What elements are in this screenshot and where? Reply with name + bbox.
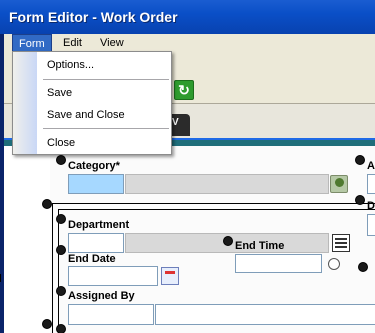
- menu-item-save[interactable]: Save: [47, 84, 72, 102]
- department-list-icon[interactable]: [332, 234, 350, 252]
- handle-frame-top-left[interactable]: [42, 199, 52, 209]
- handle-end-date[interactable]: [56, 245, 66, 255]
- handle-frame-bottom-left[interactable]: [42, 319, 52, 329]
- handle-category[interactable]: [56, 155, 66, 165]
- title-bar[interactable]: Form Editor - Work Order: [0, 0, 375, 34]
- category-description-field[interactable]: [125, 174, 329, 194]
- handle-end-time[interactable]: [223, 236, 233, 246]
- menu-separator: [43, 79, 169, 80]
- handle-frame-top-right[interactable]: [355, 195, 365, 205]
- menu-item-options[interactable]: Options...: [47, 56, 94, 74]
- window-title: Form Editor - Work Order: [9, 9, 178, 25]
- assigned-by-description-field[interactable]: [155, 304, 375, 325]
- menu-separator: [43, 128, 169, 129]
- handle-assigned-by[interactable]: [56, 286, 66, 296]
- department-right-label: D: [367, 200, 375, 212]
- menu-edit[interactable]: Edit: [57, 34, 88, 52]
- end-date-field[interactable]: [68, 266, 158, 286]
- menu-form[interactable]: Form: [12, 34, 52, 52]
- department-code-field[interactable]: [68, 233, 124, 253]
- department-label: Department: [68, 219, 130, 231]
- assigned-by-label: Assigned By: [68, 290, 135, 302]
- menu-item-close[interactable]: Close: [47, 134, 75, 152]
- category-lookup-icon[interactable]: [330, 175, 348, 193]
- end-time-field[interactable]: [235, 254, 322, 273]
- end-date-label: End Date: [68, 253, 116, 265]
- tab-label: V: [172, 117, 179, 128]
- assigned-by-code-field[interactable]: [68, 304, 154, 325]
- form-editor-window: Form Editor - Work Order Form Edit View …: [0, 0, 375, 333]
- handle-category-right[interactable]: [355, 155, 365, 165]
- handle-bottom[interactable]: [56, 324, 66, 333]
- menu-item-save-and-close[interactable]: Save and Close: [47, 106, 125, 124]
- end-time-label: End Time: [235, 240, 285, 252]
- margin-marker: [0, 274, 4, 282]
- menu-view[interactable]: View: [94, 34, 130, 52]
- category-right-label: A: [367, 160, 375, 172]
- clock-icon[interactable]: [328, 258, 340, 270]
- calendar-icon[interactable]: [161, 267, 179, 285]
- menu-bar: Form Edit View: [4, 34, 375, 52]
- right-column-field-2[interactable]: [367, 214, 375, 236]
- right-column-field[interactable]: [367, 174, 375, 194]
- menu-icon-strip: [13, 52, 37, 154]
- category-code-field[interactable]: [68, 174, 124, 194]
- handle-right-middle[interactable]: [358, 262, 368, 272]
- refresh-icon[interactable]: ↻: [174, 80, 194, 100]
- form-menu-dropdown: Options... Save Save and Close Close: [12, 51, 172, 155]
- category-label: Category*: [68, 160, 120, 172]
- handle-department[interactable]: [56, 214, 66, 224]
